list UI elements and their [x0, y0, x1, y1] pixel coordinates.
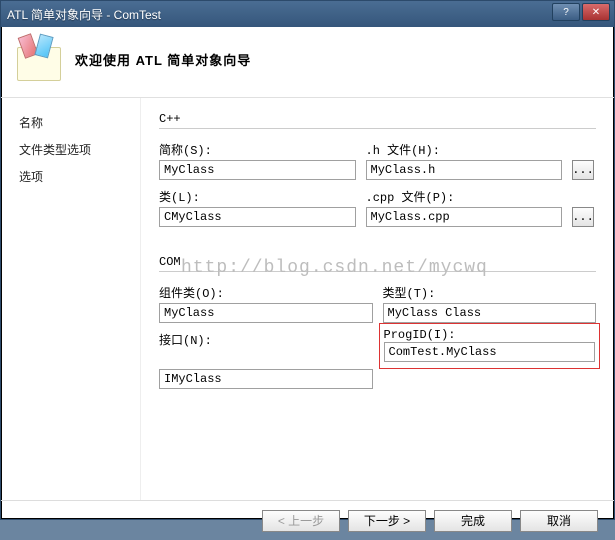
- com-grid: 组件类(O): 类型(T): 接口(N): ProgID(I):: [159, 282, 596, 389]
- content: C++ 简称(S): .h 文件(H): ... 类(L): .cpp 文件(P…: [141, 98, 614, 500]
- window-title: ATL 简单对象向导 - ComTest: [7, 6, 161, 23]
- help-button[interactable]: ?: [552, 3, 580, 21]
- sidebar-item-filetype[interactable]: 文件类型选项: [19, 141, 130, 158]
- sidebar-item-options[interactable]: 选项: [19, 168, 130, 185]
- footer: < 上一步 下一步 > 完成 取消: [1, 500, 614, 540]
- h-file-input[interactable]: [366, 160, 563, 180]
- h-browse-button[interactable]: ...: [572, 160, 594, 180]
- page-heading: 欢迎使用 ATL 简单对象向导: [75, 50, 251, 69]
- divider: [159, 271, 596, 272]
- cpp-browse-button[interactable]: ...: [572, 207, 594, 227]
- wizard-icon: [15, 35, 63, 83]
- cpp-file-input[interactable]: [366, 207, 563, 227]
- com-section-label: COM: [159, 255, 596, 269]
- progid-input[interactable]: [384, 342, 596, 362]
- class-input[interactable]: [159, 207, 356, 227]
- interface-input[interactable]: [159, 369, 373, 389]
- short-name-label: 简称(S):: [159, 141, 356, 158]
- short-name-input[interactable]: [159, 160, 356, 180]
- finish-button[interactable]: 完成: [434, 510, 512, 532]
- com-block: COM 组件类(O): 类型(T): 接口(N): ProgID(I):: [159, 255, 596, 389]
- sidebar-item-name[interactable]: 名称: [19, 114, 130, 131]
- body: 名称 文件类型选项 选项 C++ 简称(S): .h 文件(H): ... 类(…: [1, 98, 614, 500]
- class-label: 类(L):: [159, 188, 356, 205]
- next-button[interactable]: 下一步 >: [348, 510, 426, 532]
- cpp-file-label: .cpp 文件(P):: [366, 188, 563, 205]
- prev-button[interactable]: < 上一步: [262, 510, 340, 532]
- sidebar: 名称 文件类型选项 选项: [1, 98, 141, 500]
- type-label: 类型(T):: [383, 284, 597, 301]
- type-input[interactable]: [383, 303, 597, 323]
- h-file-label: .h 文件(H):: [366, 141, 563, 158]
- coclass-input[interactable]: [159, 303, 373, 323]
- coclass-label: 组件类(O):: [159, 284, 373, 301]
- interface-label: 接口(N):: [159, 331, 373, 367]
- progid-highlight: ProgID(I):: [379, 323, 601, 369]
- close-button[interactable]: ✕: [582, 3, 610, 21]
- divider: [159, 128, 596, 129]
- cpp-section-label: C++: [159, 112, 596, 126]
- header: 欢迎使用 ATL 简单对象向导: [1, 27, 614, 98]
- wizard-window: ATL 简单对象向导 - ComTest ? ✕ 欢迎使用 ATL 简单对象向导…: [0, 0, 615, 520]
- cancel-button[interactable]: 取消: [520, 510, 598, 532]
- titlebar[interactable]: ATL 简单对象向导 - ComTest ? ✕: [1, 1, 614, 27]
- progid-label: ProgID(I):: [384, 328, 596, 342]
- cpp-grid: 简称(S): .h 文件(H): ... 类(L): .cpp 文件(P): .…: [159, 139, 596, 227]
- title-controls: ? ✕: [552, 3, 610, 21]
